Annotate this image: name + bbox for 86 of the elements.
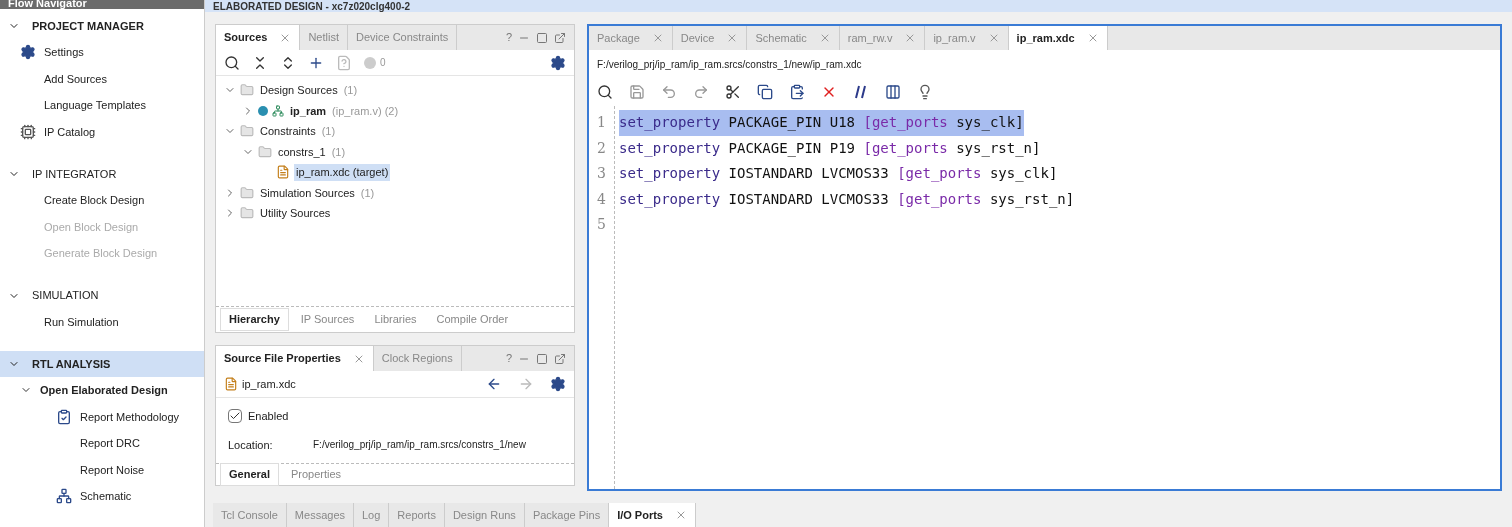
- nav-item[interactable]: Open Elaborated Design: [40, 382, 168, 399]
- nav-item[interactable]: Settings: [44, 44, 84, 61]
- file-name: ip_ram.xdc: [242, 376, 296, 392]
- tree-item-detail: (ip_ram.v) (2): [332, 103, 399, 119]
- maximize-icon[interactable]: [536, 352, 548, 365]
- tree-item[interactable]: constrs_1: [276, 143, 328, 160]
- tab[interactable]: Source File Properties: [216, 346, 374, 371]
- file-path: F:/verilog_prj/ip_ram/ip_ram.srcs/constrs_1/new/ip_ram.xdc: [597, 57, 862, 72]
- search-icon[interactable]: [597, 84, 613, 100]
- tree-item[interactable]: Constraints: [258, 123, 318, 140]
- design-title: ELABORATED DESIGN - xc7z020clg400-2: [213, 2, 411, 12]
- tab[interactable]: General: [220, 463, 279, 486]
- gear-icon: [20, 44, 36, 61]
- line-number: 5: [597, 215, 606, 234]
- maximize-icon[interactable]: [536, 31, 548, 44]
- forward-icon[interactable]: [518, 376, 534, 392]
- nav-item[interactable]: Report Noise: [80, 461, 145, 478]
- panel-title: Flow Navigator: [8, 0, 87, 9]
- tree-item[interactable]: ip_ram.xdc (target): [294, 164, 391, 181]
- tree-item[interactable]: ip_ram: [288, 102, 329, 119]
- tree-item-count: (1): [360, 185, 375, 201]
- enabled-checkbox[interactable]: [228, 409, 242, 424]
- tab[interactable]: Sources: [216, 25, 301, 50]
- nav-item[interactable]: Report Methodology: [80, 408, 180, 425]
- cut-icon[interactable]: [725, 84, 741, 100]
- nav-item[interactable]: Add Sources: [44, 70, 107, 87]
- unknown-file-icon[interactable]: [336, 54, 352, 71]
- hierarchy-icon: [272, 104, 284, 117]
- clipboard-icon: [56, 408, 72, 425]
- nav-item[interactable]: Schematic: [80, 488, 132, 505]
- file-icon: [224, 377, 238, 391]
- undo-icon[interactable]: [661, 84, 677, 100]
- line-number: 4: [597, 189, 606, 209]
- file-icon: [276, 165, 290, 180]
- line-number: 2: [597, 138, 606, 158]
- folder-icon: [240, 124, 254, 139]
- columns-icon[interactable]: [885, 84, 901, 100]
- nav-item[interactable]: Create Block Design: [44, 192, 145, 209]
- tab[interactable]: Properties: [282, 464, 350, 485]
- tree-item-count: (1): [343, 83, 358, 98]
- status-count: 0: [380, 56, 386, 70]
- float-icon[interactable]: [554, 352, 566, 365]
- back-icon[interactable]: [486, 376, 502, 392]
- folder-icon: [240, 83, 254, 98]
- lightbulb-icon[interactable]: [917, 84, 933, 100]
- tab[interactable]: Libraries: [366, 309, 425, 330]
- float-icon[interactable]: [554, 31, 566, 44]
- folder-icon: [240, 206, 254, 221]
- tab[interactable]: Hierarchy: [220, 308, 289, 331]
- help-icon[interactable]: ?: [505, 29, 512, 46]
- tab[interactable]: IP Sources: [292, 309, 363, 330]
- nav-item[interactable]: IP Catalog: [44, 123, 96, 140]
- line-number: 1: [597, 113, 606, 132]
- paste-icon[interactable]: [789, 84, 805, 100]
- checkbox-label: Enabled: [248, 409, 289, 424]
- section-header[interactable]: IP INTEGRATOR: [0, 161, 204, 187]
- tab[interactable]: Compile Order: [428, 309, 517, 330]
- tree-item-count: (1): [321, 124, 336, 139]
- section-header[interactable]: RTL ANALYSIS: [0, 351, 204, 377]
- help-icon[interactable]: ?: [505, 350, 512, 367]
- line-number: 3: [597, 164, 606, 183]
- chip-icon: [20, 123, 36, 140]
- settings-icon[interactable]: [550, 376, 566, 392]
- field-value: F:/verilog_prj/ip_ram/ip_ram.srcs/constrs_1/new: [313, 438, 526, 453]
- nav-item[interactable]: Run Simulation: [44, 313, 119, 330]
- tree-item-count: (1): [331, 144, 346, 160]
- field-label: Location:: [228, 437, 274, 453]
- tab[interactable]: ip_ram.xdc: [1008, 26, 1108, 50]
- section-header[interactable]: PROJECT MANAGER: [0, 13, 204, 39]
- save-icon[interactable]: [629, 84, 645, 100]
- folder-icon: [258, 144, 272, 159]
- redo-icon[interactable]: [693, 84, 709, 100]
- nav-item[interactable]: Language Templates: [44, 97, 146, 114]
- tree-item[interactable]: Simulation Sources: [258, 184, 357, 201]
- folder-icon: [240, 185, 254, 200]
- close-icon[interactable]: [675, 509, 687, 521]
- section-header[interactable]: SIMULATION: [0, 282, 204, 309]
- comment-icon[interactable]: [853, 84, 869, 100]
- tab[interactable]: I/O Ports: [609, 503, 696, 527]
- schematic-icon: [56, 488, 72, 505]
- tree-item[interactable]: Design Sources: [258, 82, 340, 99]
- tree-item[interactable]: Utility Sources: [258, 205, 333, 222]
- settings-icon[interactable]: [550, 54, 566, 71]
- search-icon[interactable]: [224, 54, 240, 71]
- copy-icon[interactable]: [757, 84, 773, 100]
- nav-item[interactable]: Report DRC: [80, 435, 140, 452]
